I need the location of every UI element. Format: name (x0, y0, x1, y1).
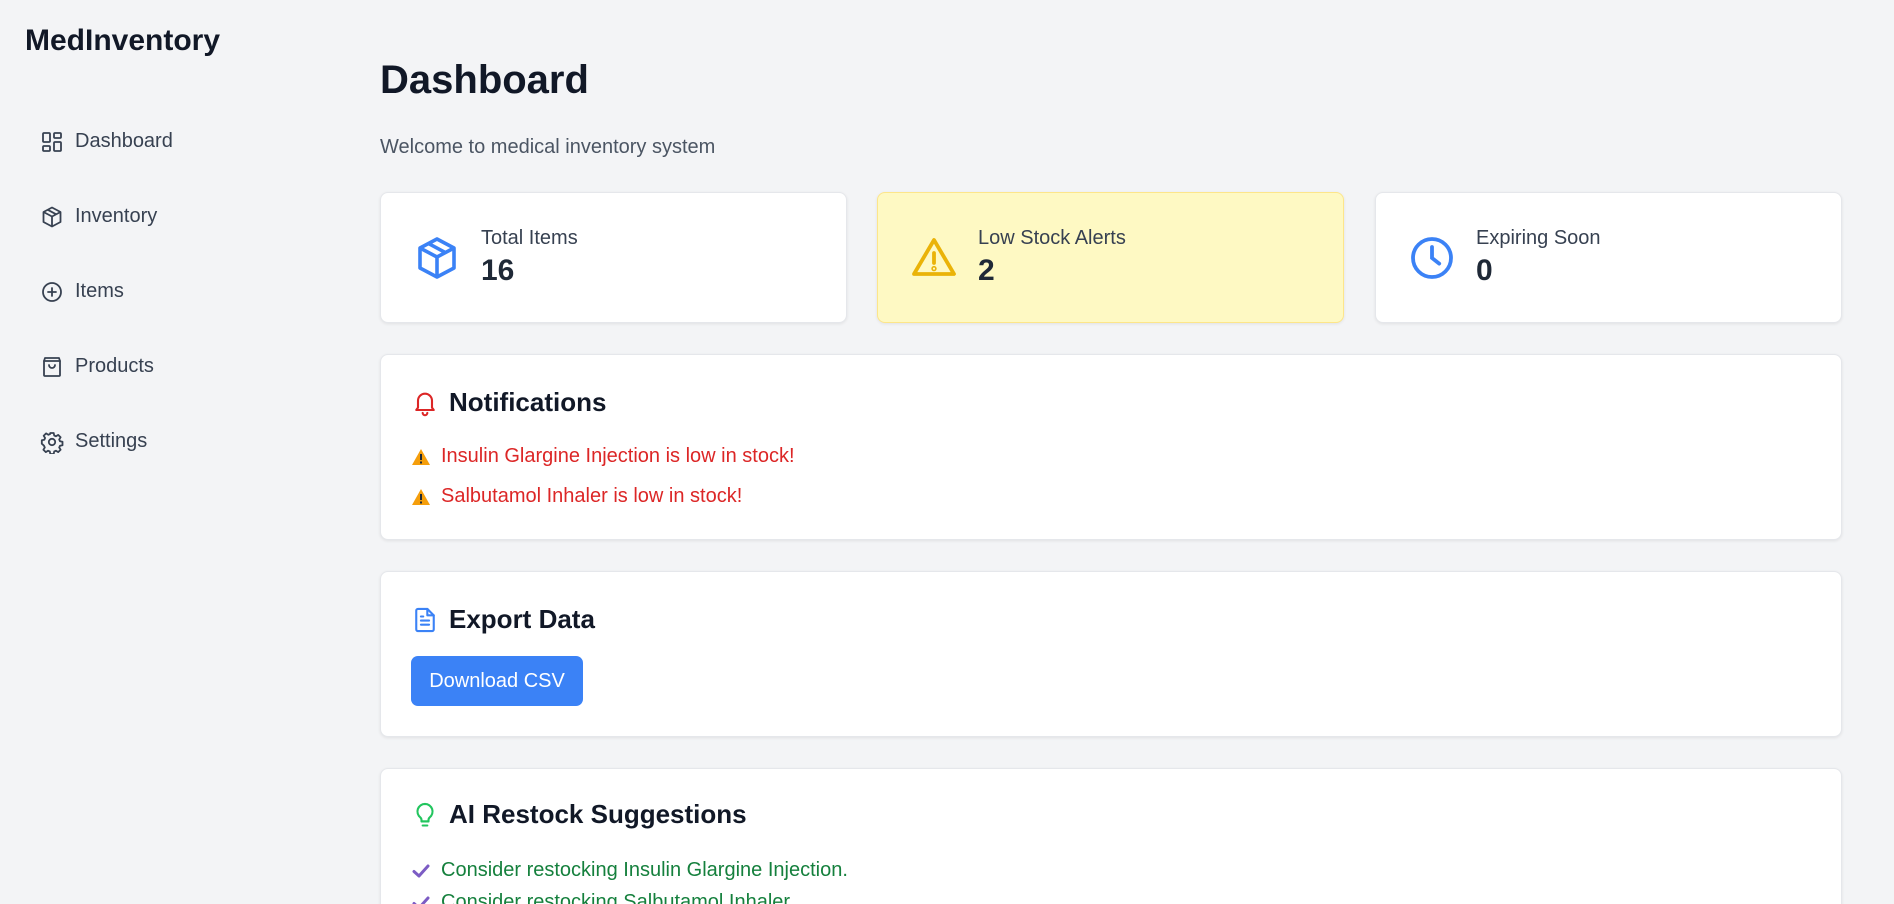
warning-triangle-icon (912, 237, 956, 276)
notification-item: Insulin Glargine Injection is low in sto… (411, 445, 795, 468)
export-title: Export Data (449, 604, 595, 634)
shopping-bag-icon (43, 356, 61, 377)
sidebar-item-label: Products (75, 355, 154, 377)
sidebar-nav: Dashboard Inventory Items Products Setti… (40, 104, 173, 479)
stat-value: 2 (978, 254, 995, 287)
sidebar: MedInventory Dashboard Inventory Items P… (0, 0, 340, 904)
stat-value: 16 (481, 254, 515, 287)
warning-emoji-icon (412, 448, 430, 465)
stat-card-low-stock: Low Stock Alerts 2 (877, 192, 1344, 323)
bell-icon (415, 392, 435, 416)
ai-restock-title: AI Restock Suggestions (449, 799, 747, 829)
sidebar-item-dashboard[interactable]: Dashboard (40, 104, 173, 179)
checkmark-icon (412, 896, 430, 904)
stat-label: Low Stock Alerts (978, 227, 1126, 249)
package-icon (418, 236, 456, 279)
plus-circle-icon (42, 281, 62, 302)
download-csv-button[interactable]: Download CSV (411, 656, 583, 706)
sidebar-item-label: Settings (75, 430, 148, 452)
sidebar-item-products[interactable]: Products (40, 329, 173, 404)
suggestion-item: Consider restocking Salbutamol Inhaler. (411, 891, 795, 904)
ai-restock-panel: AI Restock Suggestions Consider restocki… (380, 768, 1842, 904)
page-subtitle: Welcome to medical inventory system (380, 136, 716, 158)
export-panel: Export Data Download CSV (380, 571, 1842, 737)
clock-icon (1411, 236, 1453, 279)
sidebar-item-label: Dashboard (75, 130, 173, 152)
sidebar-item-label: Inventory (75, 205, 158, 227)
sidebar-item-items[interactable]: Items (40, 254, 173, 329)
notifications-panel: Notifications Insulin Glargine Injection… (380, 354, 1842, 540)
stat-card-total-items: Total Items 16 (380, 192, 847, 323)
stat-label: Expiring Soon (1476, 227, 1601, 249)
dashboard-icon (42, 131, 62, 152)
notification-item: Salbutamol Inhaler is low in stock! (411, 485, 742, 508)
gear-icon (40, 431, 64, 454)
sidebar-item-label: Items (75, 280, 124, 302)
app-title: MedInventory (25, 24, 221, 57)
sidebar-item-inventory[interactable]: Inventory (40, 179, 173, 254)
stat-value: 0 (1476, 254, 1493, 287)
warning-emoji-icon (412, 488, 430, 505)
package-icon (42, 206, 62, 227)
lightbulb-icon (416, 802, 434, 827)
notifications-title: Notifications (449, 387, 607, 417)
suggestion-item: Consider restocking Insulin Glargine Inj… (411, 859, 848, 882)
page-title: Dashboard (380, 58, 589, 102)
document-icon (415, 607, 435, 632)
stat-card-expiring-soon: Expiring Soon 0 (1375, 192, 1842, 323)
checkmark-icon (412, 864, 430, 877)
stat-label: Total Items (481, 227, 578, 249)
sidebar-item-settings[interactable]: Settings (40, 404, 173, 479)
